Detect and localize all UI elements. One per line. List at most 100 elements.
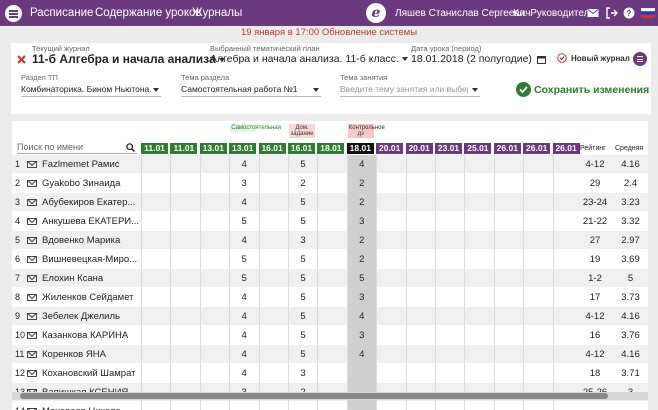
- message-icon[interactable]: [27, 332, 37, 339]
- grade-cell[interactable]: 5: [288, 155, 317, 174]
- journal-select[interactable]: 11-б Алгебра и начала анализа: [32, 52, 225, 66]
- student-row[interactable]: 12 Кохановский Шамрат 4 3 18 3.71: [12, 364, 648, 383]
- grade-cell[interactable]: [493, 174, 523, 193]
- date-column-header[interactable]: 20.01: [376, 143, 404, 154]
- grade-cell[interactable]: 4: [229, 155, 258, 174]
- student-row[interactable]: 3 Абубекиров Екатер... 4 5 2 23-24 3.23: [12, 193, 648, 212]
- grade-cell[interactable]: [405, 174, 435, 193]
- grade-cell[interactable]: 3: [288, 231, 317, 250]
- mail-icon[interactable]: [587, 7, 599, 19]
- grade-cell[interactable]: [376, 345, 405, 364]
- user-role[interactable]: Кл. Руководитель: [513, 8, 595, 19]
- grade-cell[interactable]: [376, 231, 405, 250]
- student-row[interactable]: 7 Елохин Ксана 5 5 5 1-2 5: [12, 269, 648, 288]
- grade-cell[interactable]: [199, 155, 229, 174]
- date-column-header[interactable]: 25.01: [464, 143, 492, 154]
- grade-cell[interactable]: [141, 326, 170, 345]
- student-row[interactable]: 11 Коренков ЯНА 4 5 4 4-12 4.16: [12, 345, 648, 364]
- grade-cell[interactable]: [376, 288, 405, 307]
- app-logo[interactable]: e: [366, 3, 386, 23]
- grade-cell[interactable]: [199, 174, 229, 193]
- nav-journals[interactable]: Журналы: [192, 7, 242, 19]
- grade-cell[interactable]: [258, 174, 288, 193]
- grade-cell[interactable]: 5: [288, 250, 317, 269]
- grade-cell[interactable]: [493, 288, 523, 307]
- grade-cell[interactable]: [258, 288, 288, 307]
- message-icon[interactable]: [27, 199, 37, 206]
- grade-cell[interactable]: [141, 231, 170, 250]
- grade-cell[interactable]: [493, 250, 523, 269]
- grade-cell[interactable]: [170, 155, 199, 174]
- grade-cell[interactable]: [464, 402, 493, 410]
- student-name[interactable]: Маховеев Никола: [42, 406, 142, 410]
- student-row[interactable]: 2 Gyakobo Зинаида 3 2 2 29 2.4: [12, 174, 648, 193]
- grade-cell[interactable]: [258, 269, 288, 288]
- date-column-header[interactable]: 26.01: [493, 143, 521, 154]
- grade-cell[interactable]: [435, 212, 464, 231]
- date-column-header[interactable]: 13.01: [199, 143, 227, 154]
- grade-cell[interactable]: [317, 288, 346, 307]
- grade-cell[interactable]: [317, 345, 346, 364]
- grade-cell[interactable]: 2: [346, 193, 376, 212]
- grade-cell[interactable]: 3: [229, 174, 258, 193]
- grade-cell[interactable]: 3: [346, 212, 376, 231]
- grade-cell[interactable]: [199, 326, 229, 345]
- grade-cell[interactable]: [141, 212, 170, 231]
- grade-cell[interactable]: [435, 174, 464, 193]
- student-row[interactable]: 8 Жиленков Сейдамет 4 5 3 17 3.73: [12, 288, 648, 307]
- horizontal-scrollbar[interactable]: [12, 392, 648, 400]
- close-icon[interactable]: [17, 55, 26, 64]
- grade-cell[interactable]: [493, 326, 523, 345]
- grade-cell[interactable]: [435, 326, 464, 345]
- grade-cell[interactable]: [523, 326, 552, 345]
- grade-cell[interactable]: [376, 174, 405, 193]
- grade-cell[interactable]: [170, 231, 199, 250]
- date-column-header[interactable]: 16.01: [258, 143, 286, 154]
- grade-cell[interactable]: [435, 155, 464, 174]
- grade-cell[interactable]: [258, 193, 288, 212]
- grade-cell[interactable]: [258, 155, 288, 174]
- grade-cell[interactable]: 5: [288, 288, 317, 307]
- grade-cell[interactable]: [523, 231, 552, 250]
- grade-cell[interactable]: 4: [346, 345, 376, 364]
- grade-cell[interactable]: [493, 155, 523, 174]
- lesson-input[interactable]: Введите тему занятия или выберите: [340, 83, 480, 97]
- grade-cell[interactable]: [317, 326, 346, 345]
- grade-cell[interactable]: [170, 345, 199, 364]
- grade-cell[interactable]: [317, 402, 346, 410]
- grade-cell[interactable]: [405, 307, 435, 326]
- student-name[interactable]: Анкушева ЕКАТЕРИ...: [42, 216, 142, 227]
- message-icon[interactable]: [27, 275, 37, 282]
- date-column-header[interactable]: 26.01: [523, 143, 551, 154]
- grade-cell[interactable]: [464, 250, 493, 269]
- search-icon[interactable]: [126, 143, 135, 152]
- date-field[interactable]: 18.01.2018 (2 полугодие): [411, 53, 546, 65]
- grade-cell[interactable]: [141, 402, 170, 410]
- student-name[interactable]: Казанкова КАРИНА: [42, 330, 142, 341]
- student-row[interactable]: 5 Вдовенко Марика 4 3 2 27 2.97: [12, 231, 648, 250]
- grade-cell[interactable]: [170, 250, 199, 269]
- student-name[interactable]: Кохановский Шамрат: [42, 368, 142, 379]
- grade-cell[interactable]: [141, 288, 170, 307]
- grade-cell[interactable]: [435, 402, 464, 410]
- message-icon[interactable]: [27, 180, 37, 187]
- grade-cell[interactable]: 5: [288, 326, 317, 345]
- grade-cell[interactable]: [405, 326, 435, 345]
- grade-cell[interactable]: 5: [229, 269, 258, 288]
- grade-cell[interactable]: [464, 193, 493, 212]
- grade-cell[interactable]: [376, 326, 405, 345]
- grade-cell[interactable]: [346, 402, 376, 410]
- student-row[interactable]: 14 Маховеев Никола: [12, 402, 648, 410]
- student-name[interactable]: Жиленков Сейдамет: [42, 292, 142, 303]
- student-name[interactable]: Fazlmemet Рамис: [42, 159, 142, 170]
- grade-cell[interactable]: [464, 345, 493, 364]
- grade-cell[interactable]: [405, 364, 435, 383]
- grade-cell[interactable]: [405, 250, 435, 269]
- tp-select[interactable]: Комбинаторика. Бином Ньютона.: [21, 83, 161, 97]
- grade-cell[interactable]: 4: [229, 364, 258, 383]
- grade-cell[interactable]: [464, 326, 493, 345]
- grade-cell[interactable]: [199, 193, 229, 212]
- user-name[interactable]: Ляшев Станислав Сергеевич: [395, 8, 531, 19]
- grade-cell[interactable]: [141, 155, 170, 174]
- grade-cell[interactable]: [317, 250, 346, 269]
